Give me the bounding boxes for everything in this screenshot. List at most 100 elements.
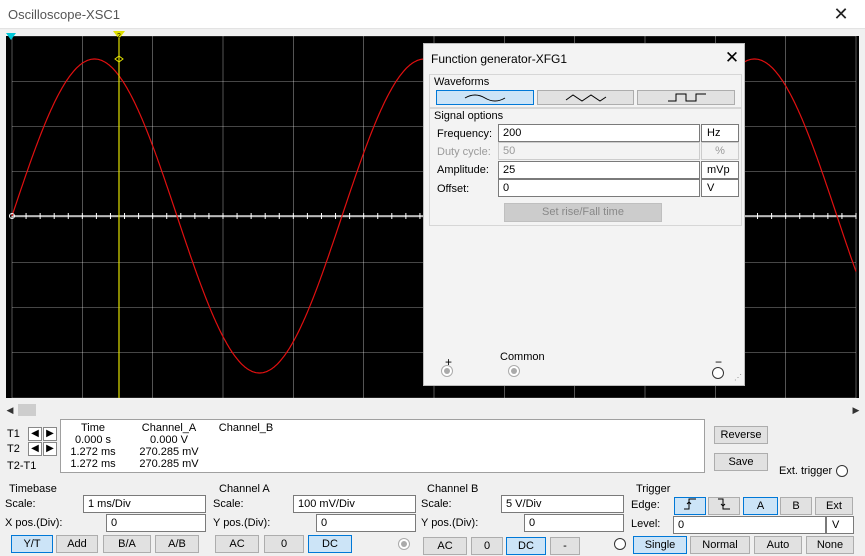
function-generator-title: Function generator-XFG1 (431, 52, 568, 66)
t2-t1-channel-a: 270.285 mV (139, 458, 199, 470)
trigger-normal-button[interactable]: Normal (690, 536, 750, 554)
triangle-wave-button[interactable] (537, 90, 634, 105)
timebase-xpos-field[interactable]: 0 (106, 514, 206, 532)
triangle-wave-icon (565, 94, 607, 102)
t2-label: T2 (7, 443, 20, 455)
col-header-channel-b: Channel_B (218, 422, 274, 434)
channel-a-terminal[interactable] (398, 538, 410, 550)
mode-ba-button[interactable]: B/A (103, 535, 151, 553)
channel-b-minus-button[interactable]: - (550, 537, 580, 555)
channel-a-dc-button[interactable]: DC (308, 535, 352, 553)
channel-b-scale-field[interactable]: 5 V/Div (501, 495, 624, 513)
save-button[interactable]: Save (714, 453, 768, 471)
mode-ab-button[interactable]: A/B (155, 535, 199, 553)
channel-b-title: Channel B (427, 483, 479, 495)
t1-channel-a: 0.000 V (150, 434, 188, 446)
trigger-edge-label: Edge: (631, 499, 660, 511)
channel-a-zero-button[interactable]: 0 (264, 535, 304, 553)
frequency-unit[interactable]: Hz (701, 124, 739, 142)
trigger-source-b-button[interactable]: B (780, 497, 812, 515)
negative-terminal[interactable] (712, 367, 724, 379)
reverse-button[interactable]: Reverse (714, 426, 768, 444)
trigger-none-button[interactable]: None (806, 536, 854, 554)
cursor-t2-label: 2 (117, 33, 121, 40)
timebase-title: Timebase (9, 483, 57, 495)
close-icon[interactable]: ✕ (826, 2, 856, 26)
duty-cycle-field: 50 (498, 142, 700, 160)
amplitude-field[interactable]: 25 (498, 161, 700, 179)
t1-right-arrow-icon[interactable]: ▶ (43, 427, 57, 441)
scroll-left-icon[interactable]: ◀ (4, 403, 16, 417)
title-bar: Oscilloscope-XSC1 ✕ (0, 0, 865, 29)
common-terminal[interactable] (508, 365, 520, 377)
mode-yt-button[interactable]: Y/T (11, 535, 53, 553)
t2-time: 1.272 ms (70, 446, 116, 458)
function-generator-window: Function generator-XFG1 ✕ Waveforms Sign… (423, 43, 745, 386)
channel-b-dc-button[interactable]: DC (506, 537, 546, 555)
falling-edge-icon (718, 498, 730, 510)
scroll-right-icon[interactable]: ▶ (850, 403, 862, 417)
trigger-level-field[interactable]: 0 (673, 516, 826, 534)
trigger-single-button[interactable]: Single (633, 536, 687, 554)
channel-b-ac-button[interactable]: AC (423, 537, 467, 555)
function-generator-close-icon[interactable]: ✕ (722, 48, 742, 68)
square-wave-icon (668, 93, 706, 102)
channel-a-ypos-field[interactable]: 0 (316, 514, 416, 532)
signal-options-label: Signal options (434, 110, 504, 122)
ext-trigger-terminal[interactable] (836, 465, 848, 477)
channel-a-ac-button[interactable]: AC (215, 535, 259, 553)
mode-add-button[interactable]: Add (56, 535, 98, 553)
channel-a-scale-field[interactable]: 100 mV/Div (293, 495, 416, 513)
channel-b-scale-label: Scale: (421, 498, 452, 510)
trigger-auto-button[interactable]: Auto (754, 536, 802, 554)
window-title: Oscilloscope-XSC1 (8, 7, 120, 22)
trigger-title: Trigger (636, 483, 671, 495)
t1-label: T1 (7, 428, 20, 440)
scroll-thumb[interactable] (18, 404, 36, 416)
duty-cycle-unit: % (701, 142, 739, 160)
t2-channel-a: 270.285 mV (139, 446, 199, 458)
horizontal-scrollbar[interactable]: ◀ ▶ (2, 403, 863, 417)
waveforms-group: Waveforms (429, 74, 742, 108)
rising-edge-button[interactable] (674, 497, 706, 515)
amplitude-label: Amplitude: (437, 164, 489, 176)
t2-left-arrow-icon[interactable]: ◀ (28, 442, 42, 456)
channel-b-terminal[interactable] (614, 538, 626, 550)
measurement-readout: Time Channel_A Channel_B 0.000 s 0.000 V… (60, 419, 705, 473)
col-header-channel-a: Channel_A (141, 422, 197, 434)
offset-unit[interactable]: V (701, 179, 739, 197)
sine-wave-button[interactable] (436, 90, 534, 105)
trigger-level-unit: V (826, 516, 854, 534)
channel-b-ypos-field[interactable]: 0 (524, 514, 624, 532)
frequency-field[interactable]: 200 (498, 124, 700, 142)
timebase-xpos-label: X pos.(Div): (5, 517, 63, 529)
t2-t1-label: T2-T1 (7, 460, 37, 472)
resize-grip-icon[interactable]: ⋰ (734, 373, 742, 382)
offset-label: Offset: (437, 183, 470, 195)
channel-b-zero-button[interactable]: 0 (471, 537, 503, 555)
trigger-source-ext-button[interactable]: Ext (815, 497, 853, 515)
channel-a-scale-label: Scale: (213, 498, 244, 510)
signal-options-group: Signal options Frequency: 200 Hz Duty cy… (429, 108, 742, 226)
set-rise-fall-time-button: Set rise/Fall time (504, 203, 662, 222)
timebase-scale-field[interactable]: 1 ms/Div (83, 495, 206, 513)
frequency-label: Frequency: (437, 128, 493, 140)
timebase-scale-label: Scale: (5, 498, 36, 510)
col-header-time: Time (80, 422, 106, 434)
amplitude-unit[interactable]: mVp (701, 161, 739, 179)
square-wave-button[interactable] (637, 90, 735, 105)
channel-a-title: Channel A (219, 483, 270, 495)
trigger-level-label: Level: (631, 518, 661, 530)
t1-left-arrow-icon[interactable]: ◀ (28, 427, 42, 441)
t2-right-arrow-icon[interactable]: ▶ (43, 442, 57, 456)
positive-terminal[interactable] (441, 365, 453, 377)
falling-edge-button[interactable] (708, 497, 740, 515)
waveforms-label: Waveforms (434, 76, 490, 88)
rising-edge-icon (684, 498, 696, 510)
sine-wave-icon (464, 94, 506, 102)
offset-field[interactable]: 0 (498, 179, 700, 197)
ext-trigger-label: Ext. trigger (779, 465, 833, 477)
trigger-source-a-button[interactable]: A (743, 497, 778, 515)
t1-time: 0.000 s (74, 434, 112, 446)
channel-b-ypos-label: Y pos.(Div): (421, 517, 479, 529)
